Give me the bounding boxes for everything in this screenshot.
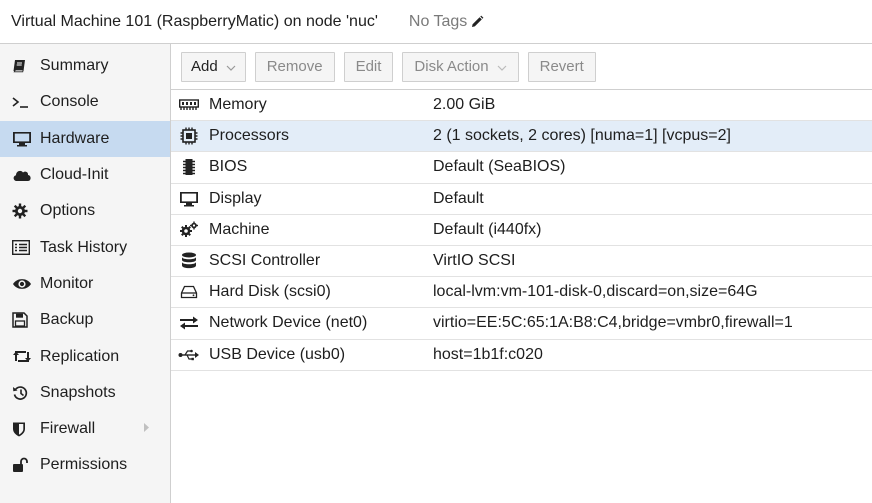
add-button[interactable]: Add [181,51,246,82]
usb-icon [176,349,202,361]
cogs-icon [176,221,202,238]
history-icon [12,383,34,403]
pencil-icon[interactable] [470,15,484,29]
table-row-bios[interactable]: BIOS Default (SeaBIOS) [171,152,872,184]
shield-icon [12,419,34,439]
exchange-icon [176,316,202,330]
sidebar-item-snapshots[interactable]: Snapshots [0,375,170,411]
hardware-grid: Memory 2.00 GiB Processors 2 (1 sockets,… [171,90,872,371]
page-title: Virtual Machine 101 (RaspberryMatic) on … [11,12,378,30]
gear-icon [12,201,34,221]
expand-arrow-icon[interactable] [143,420,150,438]
sidebar-item-console[interactable]: Console [0,84,170,120]
list-icon [12,238,34,258]
remove-button[interactable]: Remove [254,51,335,82]
table-row-hard-disk[interactable]: Hard Disk (scsi0) local-lvm:vm-101-disk-… [171,277,872,309]
revert-button[interactable]: Revert [527,51,596,82]
table-row-processors[interactable]: Processors 2 (1 sockets, 2 cores) [numa=… [171,121,872,153]
toolbar: Add Remove Edit Disk Action Revert [171,44,872,90]
sidebar-item-task-history[interactable]: Task History [0,229,170,265]
monitor-icon [176,191,202,207]
memory-icon [176,99,202,111]
title-bar: Virtual Machine 101 (RaspberryMatic) on … [0,0,872,44]
sidebar-item-summary[interactable]: Summary [0,48,170,84]
sidebar-item-monitor[interactable]: Monitor [0,266,170,302]
chevron-down-icon [226,58,236,75]
retweet-icon [12,347,34,367]
database-icon [176,252,202,270]
table-row-memory[interactable]: Memory 2.00 GiB [171,90,872,122]
unlock-icon [12,455,34,475]
table-row-scsi-controller[interactable]: SCSI Controller VirtIO SCSI [171,246,872,278]
terminal-icon [12,92,34,112]
edit-button[interactable]: Edit [343,51,394,82]
sidebar: Summary Console Hardware Cloud-Init Opti… [0,44,171,503]
sidebar-item-options[interactable]: Options [0,193,170,229]
floppy-icon [12,310,34,330]
table-row-machine[interactable]: Machine Default (i440fx) [171,215,872,246]
sidebar-item-backup[interactable]: Backup [0,302,170,338]
table-row-network-device[interactable]: Network Device (net0) virtio=EE:5C:65:1A… [171,308,872,340]
sidebar-item-permissions[interactable]: Permissions [0,447,170,483]
table-row-usb-device[interactable]: USB Device (usb0) host=1b1f:c020 [171,340,872,371]
tags-label: No Tags [408,12,468,30]
hdd-icon [176,285,202,299]
disk-action-button[interactable]: Disk Action [402,51,519,82]
eye-icon [12,274,34,294]
sidebar-item-firewall[interactable]: Firewall [0,411,170,447]
sidebar-item-cloud-init[interactable]: Cloud-Init [0,157,170,193]
sidebar-item-replication[interactable]: Replication [0,338,170,374]
book-icon [12,56,34,76]
tags-editor[interactable]: No Tags [409,13,484,31]
desktop-icon [12,129,34,149]
hardware-panel: Add Remove Edit Disk Action Revert Memor… [171,44,872,503]
sidebar-item-hardware[interactable]: Hardware [0,120,170,157]
cpu-icon [176,127,202,145]
microchip-icon [176,158,202,176]
chevron-down-icon [497,58,507,75]
cloud-icon [12,165,34,185]
table-row-display[interactable]: Display Default [171,184,872,215]
